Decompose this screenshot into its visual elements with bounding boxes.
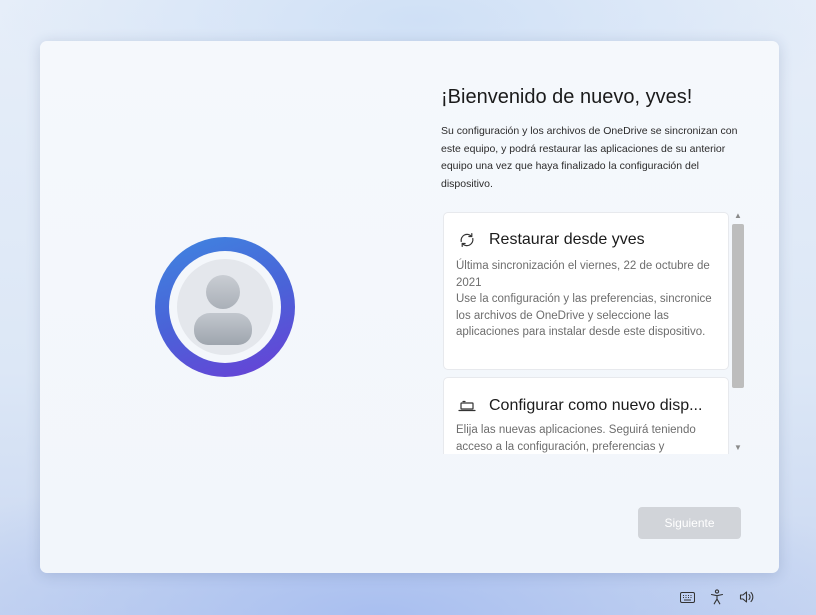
options-scrollbar[interactable]: ▲ ▼ [731,210,745,454]
oobe-window: ¡Bienvenido de nuevo, yves! Su configura… [40,41,779,573]
scroll-down-icon[interactable]: ▼ [731,442,745,454]
system-tray [679,589,769,605]
option-restore[interactable]: Restaurar desde yves Última sincronizaci… [443,212,729,370]
options-list: Restaurar desde yves Última sincronizaci… [443,211,745,454]
next-button[interactable]: Siguiente [638,507,741,539]
page-title: ¡Bienvenido de nuevo, yves! [441,86,693,108]
scrollbar-thumb[interactable] [732,224,744,388]
option-description: Elija las nuevas aplicaciones. Seguirá t… [456,424,696,453]
person-silhouette [177,259,273,355]
volume-icon[interactable] [739,589,755,605]
option-title: Restaurar desde yves [489,231,645,248]
user-avatar-icon [155,237,295,377]
option-new-device[interactable]: Configurar como nuevo disp... Elija las … [443,377,729,454]
option-title: Configurar como nuevo disp... [489,397,703,414]
laptop-icon [456,395,478,417]
accessibility-icon[interactable] [709,589,725,605]
sync-icon [456,229,478,251]
page-description: Su configuración y los archivos de OneDr… [441,125,738,190]
option-description: Última sincronización el viernes, 22 de … [456,260,712,338]
scroll-up-icon[interactable]: ▲ [731,210,745,222]
keyboard-icon[interactable] [679,589,695,605]
